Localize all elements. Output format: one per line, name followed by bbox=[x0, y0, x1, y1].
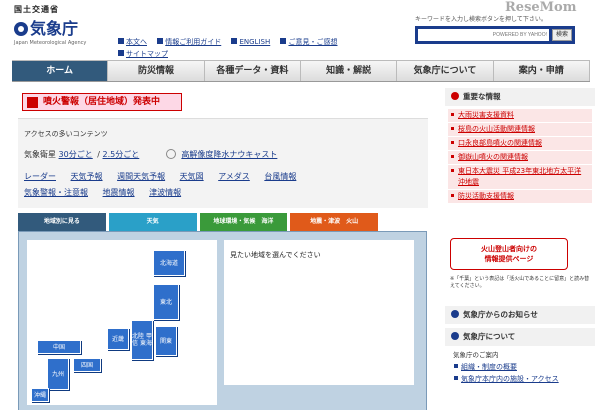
search-button[interactable]: 検索 bbox=[551, 29, 572, 41]
about-title: 気象庁について bbox=[463, 332, 516, 341]
arrow-icon bbox=[451, 310, 459, 318]
region-kanto[interactable]: 関東 bbox=[155, 326, 177, 356]
satellite-25min-link[interactable]: 2.5分ごと bbox=[103, 150, 140, 159]
nav-about[interactable]: 気象庁について bbox=[397, 61, 494, 81]
sitemap-link[interactable]: サイトマップ bbox=[126, 50, 168, 58]
mail-icon bbox=[280, 38, 287, 44]
search-input[interactable] bbox=[418, 29, 549, 41]
region-chugoku[interactable]: 中国 bbox=[37, 340, 81, 354]
arrow-icon bbox=[451, 92, 459, 100]
arrow-icon bbox=[231, 38, 238, 44]
nowcast-link[interactable]: 高解像度降水ナウキャスト bbox=[181, 150, 277, 159]
nav-data[interactable]: 各種データ・資料 bbox=[204, 61, 301, 81]
ministry-name: 国土交通省 bbox=[14, 5, 59, 14]
banner-line2: 情報提供ページ bbox=[484, 255, 534, 263]
content-tabs: 地域別に見る 天気 地球環境・気候 海洋 地震・津波 火山 bbox=[18, 213, 378, 231]
usage-guide-link[interactable]: 情報ご利用ガイド bbox=[165, 38, 221, 46]
amedas-link[interactable]: アメダス bbox=[218, 172, 250, 181]
satellite-30min-link[interactable]: 30分ごと bbox=[59, 150, 93, 159]
facilities-link[interactable]: 気象庁本庁内の施設・アクセス bbox=[454, 374, 595, 384]
news-header[interactable]: 気象庁からのお知らせ bbox=[445, 306, 595, 324]
skip-to-content-link[interactable]: 本文へ bbox=[126, 38, 147, 46]
agency-name: 気象庁 bbox=[30, 19, 79, 38]
forecast-link[interactable]: 天気予報 bbox=[71, 172, 103, 181]
region-shikoku[interactable]: 四国 bbox=[73, 358, 101, 372]
radar-link[interactable]: レーダー bbox=[24, 172, 56, 181]
volcano-climber-banner[interactable]: 火山登山者向けの 情報提供ページ bbox=[450, 238, 568, 270]
arrow-icon bbox=[451, 332, 459, 340]
sitemap-icon bbox=[118, 50, 124, 56]
important-info-header: 重要な情報 bbox=[445, 88, 595, 106]
warning-icon bbox=[27, 97, 38, 108]
region-map-panel: 北海道 東北 関東 北陸 甲信 東海 近畿 中国 四国 九州 沖縄 見たい地域を… bbox=[18, 231, 427, 410]
important-list: 大雨災害支援資料 桜島の火山活動関連情報 口永良部島噴火の関連情報 御嶽山噴火の… bbox=[445, 109, 595, 203]
tsunami-link[interactable]: 津波情報 bbox=[149, 188, 181, 197]
english-link[interactable]: ENGLISH bbox=[239, 38, 270, 46]
popular-content: アクセスの多いコンテンツ 気象衛星 30分ごと / 2.5分ごと 高解像度降水ナ… bbox=[18, 118, 428, 208]
satellite-label: 気象衛星 bbox=[24, 150, 56, 159]
nav-home[interactable]: ホーム bbox=[12, 61, 109, 81]
agency-english: Japan Meteorological Agency bbox=[14, 40, 87, 46]
list-item[interactable]: 東日本大震災 平成23年東北地方太平洋沖地震 bbox=[448, 165, 592, 189]
region-kyushu[interactable]: 九州 bbox=[47, 358, 69, 390]
main-nav: ホーム 防災情報 各種データ・資料 知識・解説 気象庁について 案内・申請 bbox=[12, 60, 590, 82]
list-item[interactable]: 御嶽山噴火の関連情報 bbox=[448, 151, 592, 164]
logo[interactable]: 国土交通省 気象庁 Japan Meteorological Agency bbox=[14, 4, 114, 50]
weather-map-link[interactable]: 天気図 bbox=[180, 172, 204, 181]
important-title: 重要な情報 bbox=[463, 92, 501, 101]
nowcast-icon bbox=[165, 149, 176, 159]
feedback-link[interactable]: ご意見・ご感想 bbox=[288, 38, 337, 46]
eruption-alert-banner[interactable]: 噴火警報（居住地域）発表中 bbox=[22, 93, 182, 111]
top-links: 本文へ 情報ご利用ガイド ENGLISH ご意見・ご感想 サイトマップ bbox=[118, 36, 408, 60]
region-okinawa[interactable]: 沖縄 bbox=[31, 388, 49, 402]
tab-earthquake-volcano[interactable]: 地震・津波 火山 bbox=[290, 213, 378, 231]
about-subtitle: 気象庁のご案内 bbox=[453, 351, 499, 359]
region-hokkaido[interactable]: 北海道 bbox=[153, 250, 185, 276]
separator: / bbox=[97, 150, 100, 159]
sidebar: 重要な情報 大雨災害支援資料 桜島の火山活動関連情報 口永良部島噴火の関連情報 … bbox=[445, 88, 595, 410]
region-kinki[interactable]: 近畿 bbox=[107, 328, 129, 350]
list-item[interactable]: 口永良部島噴火の関連情報 bbox=[448, 137, 592, 150]
alert-text: 噴火警報（居住地域）発表中 bbox=[43, 97, 161, 107]
arrow-icon bbox=[118, 38, 124, 44]
tab-environment[interactable]: 地球環境・気候 海洋 bbox=[199, 213, 288, 231]
organization-link[interactable]: 組織・制度の概要 bbox=[454, 362, 595, 372]
earthquake-link[interactable]: 地震情報 bbox=[103, 188, 135, 197]
typhoon-link[interactable]: 台風情報 bbox=[264, 172, 296, 181]
banner-line1: 火山登山者向けの bbox=[481, 245, 537, 253]
region-prompt: 見たい地域を選んでください bbox=[230, 251, 321, 259]
japan-map: 北海道 東北 関東 北陸 甲信 東海 近畿 中国 四国 九州 沖縄 bbox=[27, 240, 217, 405]
list-item[interactable]: 桜島の火山活動関連情報 bbox=[448, 123, 592, 136]
news-title: 気象庁からのお知らせ bbox=[463, 310, 538, 319]
region-chooser: 見たい地域を選んでください bbox=[224, 240, 414, 385]
region-tohoku[interactable]: 東北 bbox=[153, 284, 179, 320]
popular-title: アクセスの多いコンテンツ bbox=[24, 130, 108, 138]
nav-disaster-info[interactable]: 防災情報 bbox=[108, 61, 205, 81]
nav-knowledge[interactable]: 知識・解説 bbox=[300, 61, 398, 81]
tab-by-region[interactable]: 地域別に見る bbox=[18, 213, 106, 231]
about-header[interactable]: 気象庁について bbox=[445, 328, 595, 346]
watermark-brand: ReseMom bbox=[505, 0, 577, 15]
warnings-link[interactable]: 気象警報・注意報 bbox=[24, 188, 88, 197]
search-hint: キーワードを入力し検索ボタンを押して下さい。 bbox=[415, 16, 547, 23]
info-icon bbox=[157, 38, 164, 44]
region-hokuriku-koshin-tokai[interactable]: 北陸 甲信 東海 bbox=[131, 320, 153, 360]
weekly-forecast-link[interactable]: 週間天気予報 bbox=[117, 172, 165, 181]
tab-weather[interactable]: 天気 bbox=[108, 213, 197, 231]
search-area: キーワードを入力し検索ボタンを押して下さい。 検索 bbox=[415, 14, 585, 44]
nav-guide[interactable]: 案内・申請 bbox=[493, 61, 590, 81]
banner-note: ※「千葉」という表記は「活火山であることに留意」と読み替えてください。 bbox=[450, 276, 590, 289]
emblem-icon bbox=[14, 22, 28, 36]
list-item[interactable]: 防災活動支援情報 bbox=[448, 190, 592, 203]
list-item[interactable]: 大雨災害支援資料 bbox=[448, 109, 592, 122]
